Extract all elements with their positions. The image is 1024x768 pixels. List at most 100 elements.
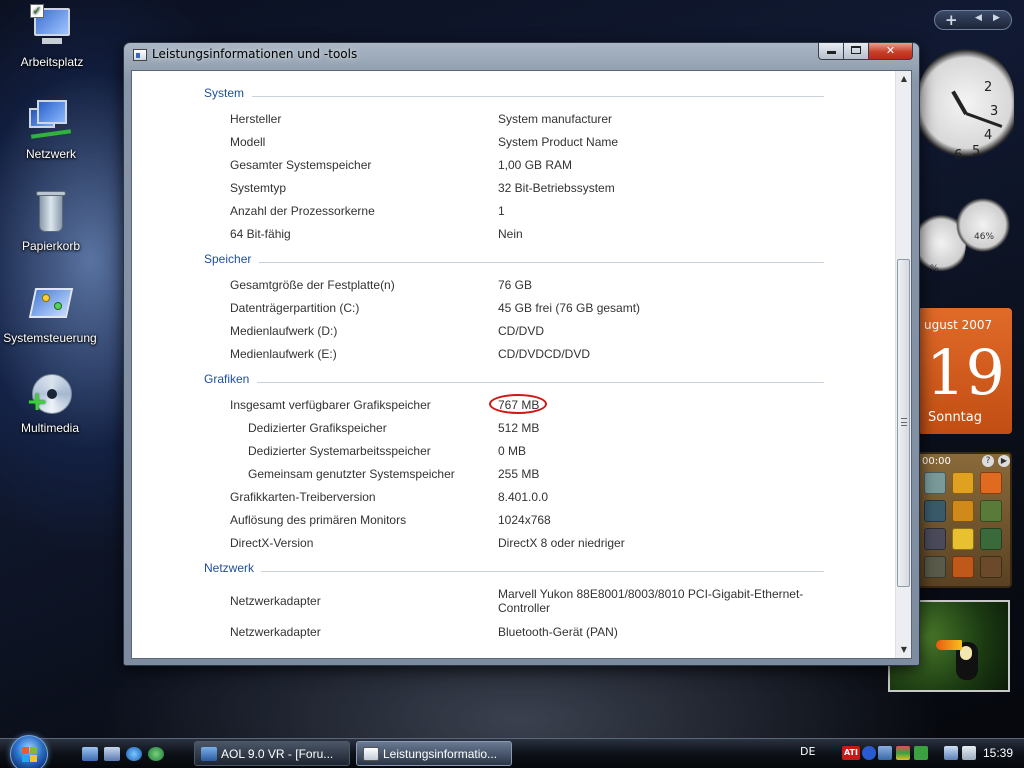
volume-icon[interactable] [962, 746, 976, 760]
taskbar-button-performance-info[interactable]: Leistungsinformatio... [356, 741, 512, 766]
row-label: Hersteller [230, 112, 282, 126]
cpu-meter-value: 46% [974, 232, 995, 242]
switch-windows-icon[interactable] [104, 747, 120, 761]
puzzle-tile[interactable] [952, 556, 974, 578]
sidebar-controls[interactable]: + ◀ ▶ [934, 10, 1012, 30]
puzzle-timer: 00:00 [922, 456, 951, 467]
memory-meter-value: % [930, 264, 939, 274]
row-value: 0 MB [498, 444, 527, 458]
previous-gadget-icon[interactable]: ◀ [975, 13, 982, 23]
clock-hour-hand [951, 90, 968, 115]
row-value: 1,00 GB RAM [498, 158, 573, 172]
section-divider [259, 262, 824, 263]
pause-icon[interactable]: ▶ [998, 455, 1010, 467]
vertical-scrollbar[interactable]: ▲ ▼ [895, 71, 911, 658]
messenger-icon[interactable] [148, 747, 164, 761]
row-value: System manufacturer [498, 112, 613, 126]
scrollbar-thumb[interactable] [897, 259, 910, 587]
puzzle-tile[interactable] [980, 472, 1002, 494]
section-heading-storage: Speicher [204, 252, 252, 266]
clock-number: 5 [972, 144, 981, 159]
performance-info-window[interactable]: Leistungsinformationen und -tools ✕ Syst… [123, 42, 920, 666]
monitor-icon[interactable] [944, 746, 958, 760]
picture-puzzle-gadget[interactable]: 00:00 ? ▶ [916, 452, 1012, 588]
row-value: CD/DVDCD/DVD [498, 347, 591, 361]
row-label: Netzwerkadapter [230, 594, 321, 608]
row-value: 1 [498, 204, 505, 218]
window-titlebar[interactable]: Leistungsinformationen und -tools ✕ [124, 43, 919, 67]
minimize-icon [826, 51, 836, 54]
multimedia-icon: + [26, 370, 74, 418]
clock-gadget[interactable]: 2 3 4 5 6 [918, 48, 1014, 170]
network-icon [27, 96, 75, 144]
aol-icon [201, 747, 217, 761]
taskbar-button-label: Leistungsinformatio... [383, 747, 498, 761]
clock[interactable]: 15:39 [983, 746, 1013, 760]
puzzle-tile[interactable] [952, 500, 974, 522]
network-tray-icon[interactable] [878, 746, 892, 760]
section-divider [252, 96, 824, 97]
row-value: System Product Name [498, 135, 619, 149]
security-icon[interactable] [896, 746, 910, 760]
row-value: 512 MB [498, 421, 540, 435]
row-value: 8.401.0.0 [498, 490, 549, 504]
puzzle-tile[interactable] [924, 556, 946, 578]
section-divider [261, 571, 824, 572]
row-label: Gemeinsam genutzter Systemspeicher [248, 467, 455, 481]
grip-icon [901, 418, 907, 426]
row-value: 45 GB frei (76 GB gesamt) [498, 301, 641, 315]
language-indicator[interactable]: DE [800, 745, 815, 758]
help-icon[interactable]: ? [982, 455, 994, 467]
desktop-icon-multimedia[interactable]: + Multimedia [0, 370, 100, 435]
highlight-circle [489, 394, 547, 414]
start-button[interactable] [10, 735, 48, 768]
add-gadget-icon[interactable]: + [945, 11, 958, 29]
row-label: Dedizierter Grafikspeicher [248, 421, 387, 435]
row-label: DirectX-Version [230, 536, 314, 550]
desktop-icon-recycle-bin[interactable]: Papierkorb [1, 188, 101, 253]
row-label: Dedizierter Systemarbeitsspeicher [248, 444, 431, 458]
puzzle-tile[interactable] [980, 528, 1002, 550]
row-label: Insgesamt verfügbarer Grafikspeicher [230, 398, 431, 412]
safely-remove-icon[interactable] [914, 746, 928, 760]
desktop-icon-computer[interactable]: ✓ Arbeitsplatz [2, 4, 102, 69]
cpu-meter [954, 196, 1012, 254]
row-label: Auflösung des primären Monitors [230, 513, 407, 527]
maximize-button[interactable] [844, 43, 869, 60]
ati-catalyst-icon[interactable]: ATI [842, 746, 860, 760]
row-value: 1024x768 [498, 513, 551, 527]
cpu-meter-gadget[interactable]: % 46% [916, 196, 1012, 282]
bluetooth-icon[interactable] [862, 746, 876, 760]
desktop-icon-label: Systemsteuerung [3, 331, 97, 345]
row-label: Modell [230, 135, 266, 149]
close-button[interactable]: ✕ [869, 43, 913, 60]
clock-number: 4 [984, 128, 993, 143]
puzzle-tile[interactable] [980, 500, 1002, 522]
desktop-icon-label: Arbeitsplatz [20, 55, 84, 69]
puzzle-tile[interactable] [924, 528, 946, 550]
puzzle-tile[interactable] [952, 528, 974, 550]
scroll-down-icon[interactable]: ▼ [896, 642, 911, 658]
next-gadget-icon[interactable]: ▶ [993, 13, 1000, 23]
puzzle-tile[interactable] [952, 472, 974, 494]
row-label: Gesamtgröße der Festplatte(n) [230, 278, 395, 292]
row-label: 64 Bit-fähig [230, 227, 291, 241]
calendar-weekday: Sonntag [928, 410, 982, 425]
window-app-icon[interactable] [133, 49, 147, 61]
desktop-icon-network[interactable]: Netzwerk [1, 96, 101, 161]
window-client-area: System Hersteller System manufacturer Mo… [131, 70, 912, 659]
puzzle-tile[interactable] [924, 500, 946, 522]
desktop-icon-control-panel[interactable]: Systemsteuerung [0, 280, 100, 345]
scroll-up-icon[interactable]: ▲ [896, 71, 911, 87]
row-label: Grafikkarten-Treiberversion [230, 490, 376, 504]
puzzle-tile[interactable] [924, 472, 946, 494]
row-value: Marvell Yukon 88E8001/8003/8010 PCI-Giga… [498, 587, 804, 615]
row-value: Bluetooth-Gerät (PAN) [498, 625, 618, 639]
minimize-button[interactable] [818, 43, 844, 60]
taskbar-button-aol[interactable]: AOL 9.0 VR - [Foru... [194, 741, 350, 766]
puzzle-tile[interactable] [980, 556, 1002, 578]
calendar-gadget[interactable]: ugust 2007 19 Sonntag [918, 308, 1012, 434]
internet-explorer-icon[interactable] [126, 747, 142, 761]
show-desktop-icon[interactable] [82, 747, 98, 761]
row-label: Medienlaufwerk (E:) [230, 347, 337, 361]
